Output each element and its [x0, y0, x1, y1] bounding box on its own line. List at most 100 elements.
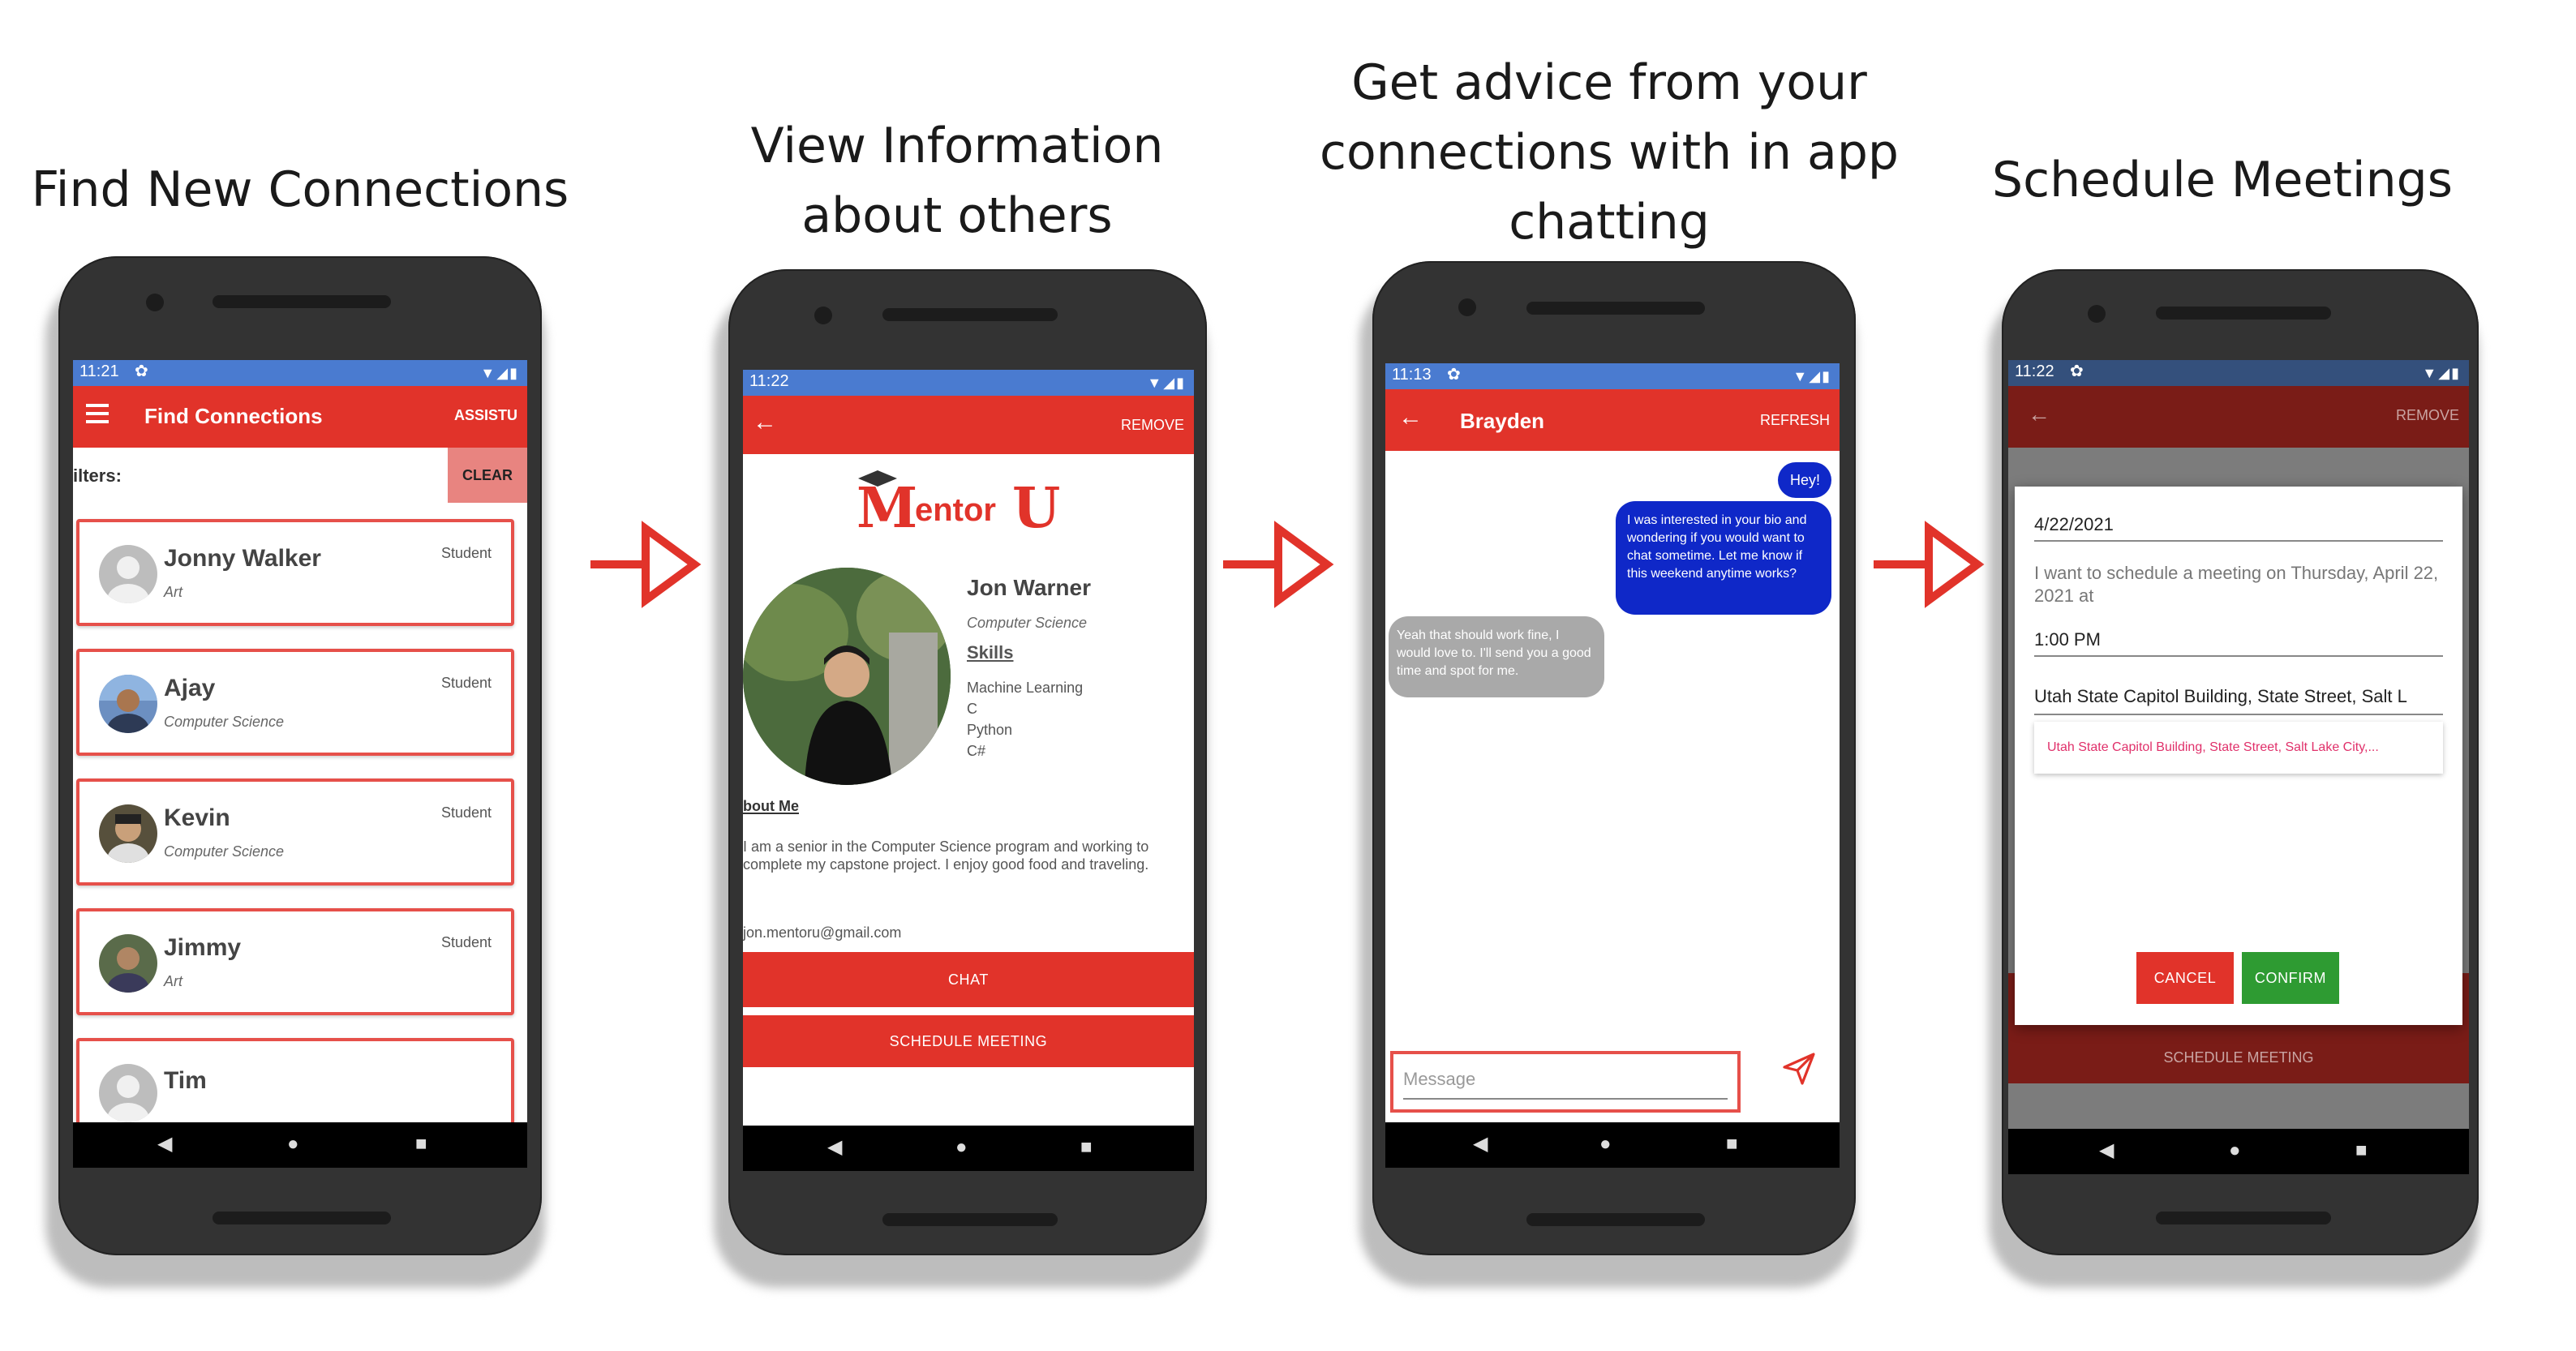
person-role: Student — [440, 675, 492, 691]
filters-label: ilters: — [73, 467, 122, 487]
skill-item: Python — [967, 722, 1013, 738]
person-name: Jimmy — [164, 934, 242, 962]
location-suggestion[interactable]: Utah State Capitol Building, State Stree… — [2034, 722, 2443, 774]
app-bar: ← REMOVE — [2008, 386, 2469, 448]
avatar — [99, 545, 157, 603]
bottom-speaker — [882, 1213, 1058, 1226]
profile-major: Computer Science — [967, 615, 1088, 631]
message-placeholder: Message — [1403, 1070, 1476, 1090]
wifi-icon: ▼◢▮ — [1792, 368, 1831, 384]
location-field[interactable]: Utah State Capitol Building, State Stree… — [2034, 688, 2443, 707]
avatar — [99, 804, 157, 863]
confirm-button[interactable]: CONFIRM — [2242, 952, 2339, 1004]
nav-back-icon[interactable]: ◀ — [2099, 1139, 2114, 1161]
nav-back-icon[interactable]: ◀ — [827, 1135, 842, 1158]
profile-name: Jon Warner — [967, 574, 1091, 600]
sent-message-bubble: Hey! — [1778, 462, 1831, 498]
profile-email: jon.mentoru@gmail.com — [743, 924, 902, 941]
person-role: Student — [440, 545, 492, 561]
person-name: Kevin — [164, 804, 230, 832]
nav-back-icon[interactable]: ◀ — [1473, 1132, 1488, 1155]
assistu-button[interactable]: ASSISTU — [454, 407, 517, 423]
chat-title: Brayden — [1460, 409, 1545, 433]
chat-button[interactable]: CHAT — [743, 952, 1194, 1007]
nav-home-icon[interactable]: ● — [287, 1132, 299, 1155]
bottom-speaker — [1526, 1213, 1705, 1226]
speaker-grille — [882, 308, 1058, 321]
status-bar: 11:13 ✿ ▼◢▮ — [1385, 363, 1840, 389]
status-time: 11:13 — [1392, 367, 1432, 384]
screen: 11:21 ✿ ▼◢▮ Find Connections ASSISTU ilt… — [73, 360, 527, 1168]
front-camera — [814, 307, 832, 324]
android-nav-bar: ◀ ● ■ — [73, 1122, 527, 1168]
nav-recents-icon[interactable]: ■ — [1726, 1132, 1738, 1155]
person-role: Student — [440, 804, 492, 821]
back-arrow-icon[interactable]: ← — [2028, 401, 2050, 427]
person-major: Computer Science — [164, 714, 285, 730]
connection-card[interactable]: Ajay Computer Science Student — [76, 649, 514, 756]
connection-card[interactable]: Jonny Walker Art Student — [76, 519, 514, 626]
person-major: Art — [164, 584, 183, 600]
phone-schedule: 11:22 ✿ ▼◢▮ ← REMOVE SCHEDULE MEETING 4/… — [2002, 269, 2479, 1255]
clear-button[interactable]: CLEAR — [448, 448, 527, 503]
screen: 11:22 ▼◢▮ ← REMOVE M entor U Jon Warner … — [743, 370, 1194, 1171]
person-name: Ajay — [164, 675, 216, 702]
message-input[interactable]: Message — [1390, 1051, 1741, 1113]
meeting-description: I want to schedule a meeting on Thursday… — [2034, 564, 2439, 607]
right-arrow-icon — [590, 521, 702, 608]
app-bar: Find Connections ASSISTU — [73, 386, 527, 448]
caption-view-info-line1: View Information — [750, 118, 1164, 175]
nav-back-icon[interactable]: ◀ — [157, 1132, 172, 1155]
skill-item: C — [967, 701, 977, 717]
back-arrow-icon[interactable]: ← — [753, 409, 777, 436]
refresh-button[interactable]: REFRESH — [1760, 412, 1830, 428]
person-name: Tim — [164, 1067, 207, 1095]
app-title: Find Connections — [144, 404, 323, 428]
received-message-bubble: Yeah that should work fine, I would love… — [1389, 616, 1604, 697]
android-nav-bar: ◀ ● ■ — [743, 1126, 1194, 1171]
speaker-grille — [2156, 307, 2331, 320]
caption-find-connections: Find New Connections — [31, 162, 569, 219]
nav-home-icon[interactable]: ● — [955, 1135, 968, 1158]
status-bar: 11:22 ▼◢▮ — [743, 370, 1194, 396]
connection-card[interactable]: Kevin Computer Science Student — [76, 778, 514, 886]
cancel-button[interactable]: CANCEL — [2136, 952, 2234, 1004]
settings-icon: ✿ — [1447, 367, 1461, 384]
app-bar: ← Brayden REFRESH — [1385, 389, 1840, 451]
profile-photo — [743, 568, 951, 785]
wifi-icon: ▼◢▮ — [1147, 375, 1186, 391]
menu-icon[interactable] — [86, 404, 109, 423]
back-arrow-icon[interactable]: ← — [1398, 404, 1423, 431]
nav-recents-icon[interactable]: ■ — [415, 1132, 427, 1155]
caption-view-info-line2: about others — [801, 188, 1113, 245]
send-icon[interactable] — [1781, 1051, 1817, 1087]
speaker-grille — [1526, 302, 1705, 315]
status-time: 11:22 — [749, 373, 789, 391]
speaker-grille — [213, 295, 391, 308]
phone-chat: 11:13 ✿ ▼◢▮ ← Brayden REFRESH Hey! I was… — [1372, 261, 1856, 1255]
nav-home-icon[interactable]: ● — [1599, 1132, 1612, 1155]
avatar — [99, 934, 157, 993]
nav-home-icon[interactable]: ● — [2229, 1139, 2241, 1161]
caption-advice-line3: chatting — [1509, 195, 1710, 251]
caption-advice-line1: Get advice from your — [1351, 55, 1867, 112]
caption-advice-line2: connections with in app — [1320, 125, 1899, 182]
skills-heading: Skills — [967, 644, 1014, 663]
settings-icon: ✿ — [135, 363, 148, 381]
mentoru-logo: M entor U — [857, 470, 1084, 542]
remove-button[interactable]: REMOVE — [2396, 407, 2459, 423]
person-major: Computer Science — [164, 843, 285, 860]
nav-recents-icon[interactable]: ■ — [1080, 1135, 1093, 1158]
dimmed-schedule-button: SCHEDULE MEETING — [2008, 1031, 2469, 1083]
nav-recents-icon[interactable]: ■ — [2355, 1139, 2368, 1161]
connection-card[interactable]: Jimmy Art Student — [76, 908, 514, 1015]
android-nav-bar: ◀ ● ■ — [2008, 1129, 2469, 1174]
date-field[interactable]: 4/22/2021 — [2034, 516, 2114, 535]
caption-schedule-meetings: Schedule Meetings — [1992, 152, 2453, 209]
remove-button[interactable]: REMOVE — [1121, 417, 1184, 433]
wifi-icon: ▼◢▮ — [2422, 365, 2461, 381]
schedule-meeting-button[interactable]: SCHEDULE MEETING — [743, 1015, 1194, 1067]
status-time: 11:22 — [2015, 363, 2054, 381]
time-field[interactable]: 1:00 PM — [2034, 631, 2101, 650]
bottom-speaker — [213, 1212, 391, 1224]
